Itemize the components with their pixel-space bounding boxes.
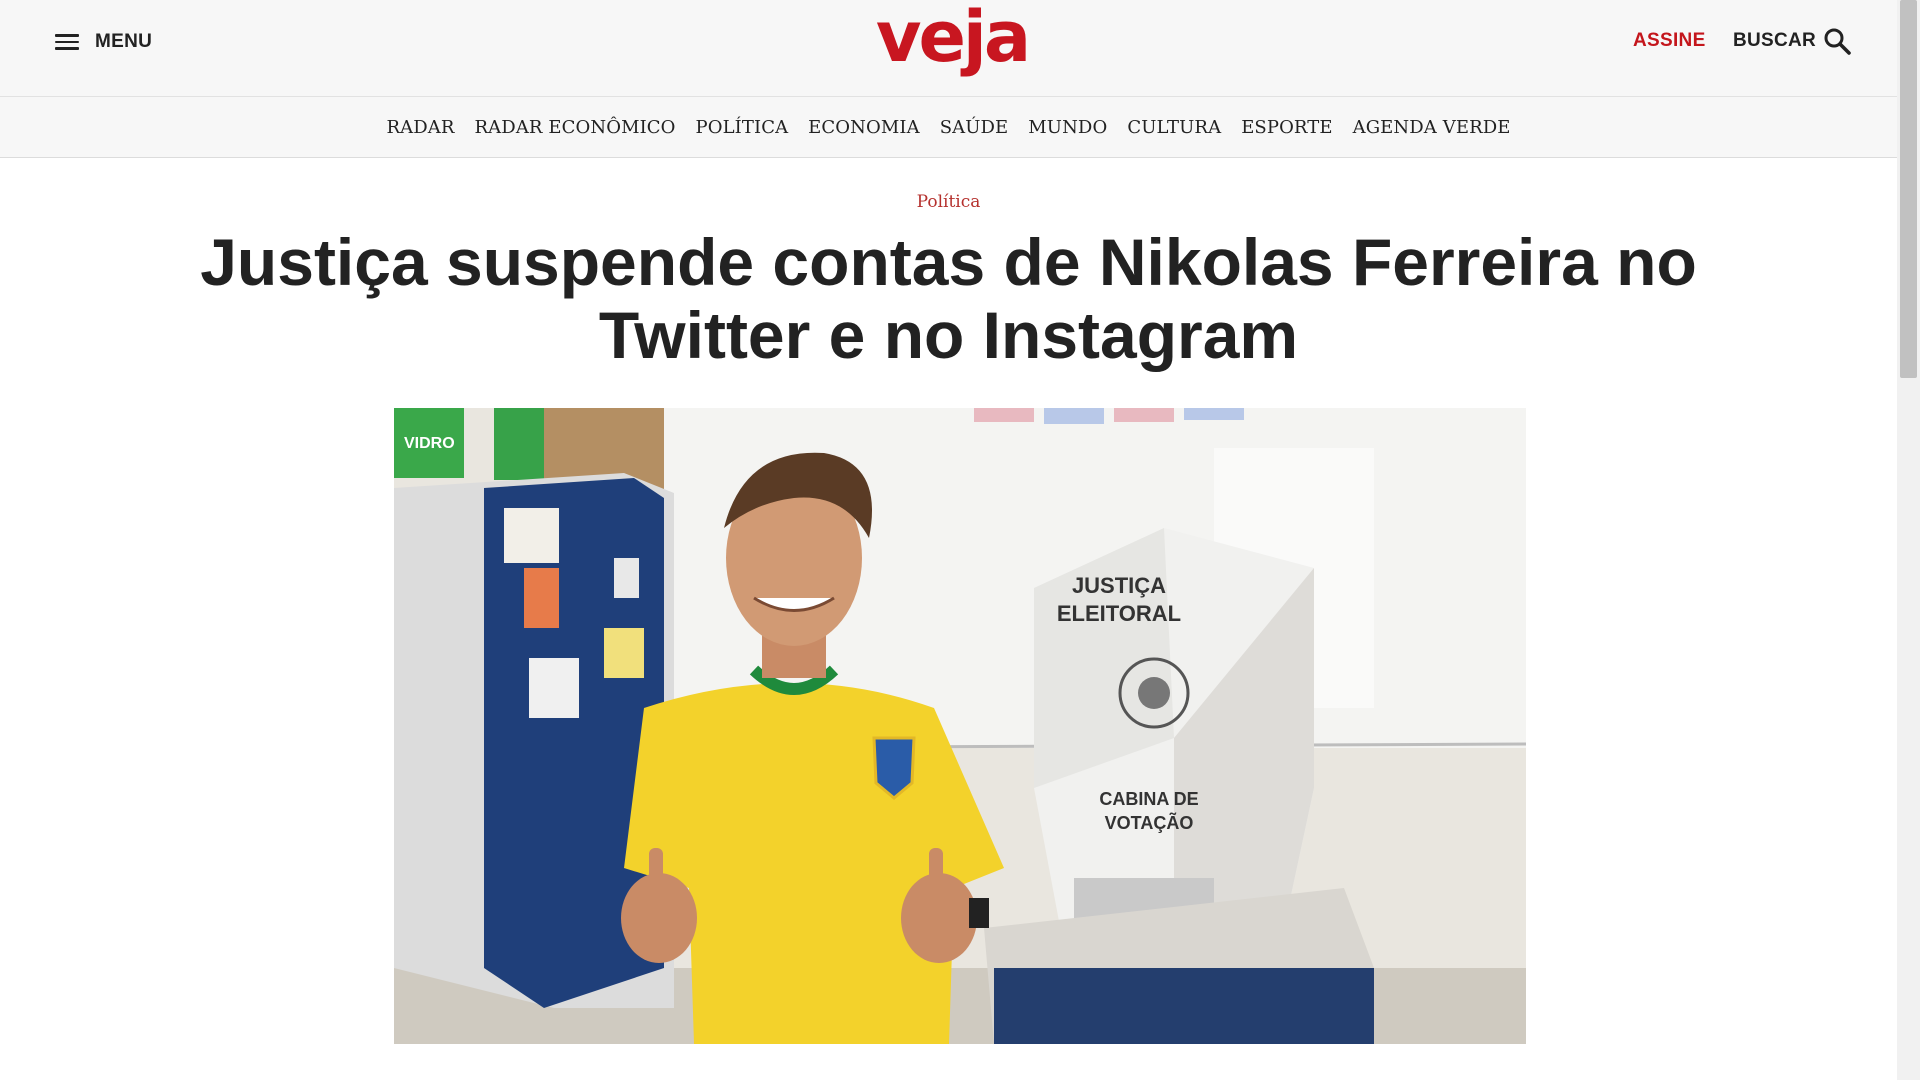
voting-booth: JUSTIÇA ELEITORAL CABINA DE VOTAÇÃO (1034, 528, 1314, 948)
svg-text:ELEITORAL: ELEITORAL (1057, 601, 1181, 626)
svg-text:CABINA DE: CABINA DE (1099, 789, 1198, 809)
svg-text:JUSTIÇA: JUSTIÇA (1072, 573, 1166, 598)
article-category[interactable]: Política (0, 192, 1897, 212)
nav-item-economia[interactable]: ECONOMIA (808, 117, 920, 138)
hamburger-icon (55, 34, 79, 50)
scrollbar-thumb[interactable] (1900, 0, 1917, 378)
nav-item-esporte[interactable]: ESPORTE (1241, 117, 1332, 138)
article-headline: Justiça suspende contas de Nikolas Ferre… (200, 225, 1697, 372)
veja-logo[interactable]: veja (872, 0, 1032, 82)
subscribe-link[interactable]: ASSINE (1633, 30, 1706, 52)
nav-item-agenda-verde[interactable]: AGENDA VERDE (1353, 117, 1511, 138)
nav-item-radar[interactable]: RADAR (386, 117, 454, 138)
search-button[interactable]: BUSCAR (1733, 26, 1852, 56)
svg-text:VOTAÇÃO: VOTAÇÃO (1105, 812, 1194, 833)
nav-item-cultura[interactable]: CULTURA (1127, 117, 1221, 138)
nav-item-saude[interactable]: SAÚDE (940, 117, 1009, 138)
bin-label: VIDRO (404, 435, 455, 452)
search-icon (1824, 28, 1851, 55)
nav-item-politica[interactable]: POLÍTICA (696, 117, 789, 138)
menu-label: MENU (95, 31, 153, 52)
nav-item-radar-economico[interactable]: RADAR ECONÔMICO (475, 117, 676, 138)
search-label: BUSCAR (1733, 30, 1817, 51)
nav-item-mundo[interactable]: MUNDO (1028, 117, 1107, 138)
section-nav: RADAR RADAR ECONÔMICO POLÍTICA ECONOMIA … (0, 97, 1897, 158)
article-lead-photo: VIDRO JUSTIÇA ELEITORAL CABINA DE VOTAÇÃ… (394, 408, 1526, 1044)
menu-button[interactable]: MENU (55, 29, 152, 55)
site-header: MENU veja ASSINE BUSCAR (0, 0, 1897, 97)
